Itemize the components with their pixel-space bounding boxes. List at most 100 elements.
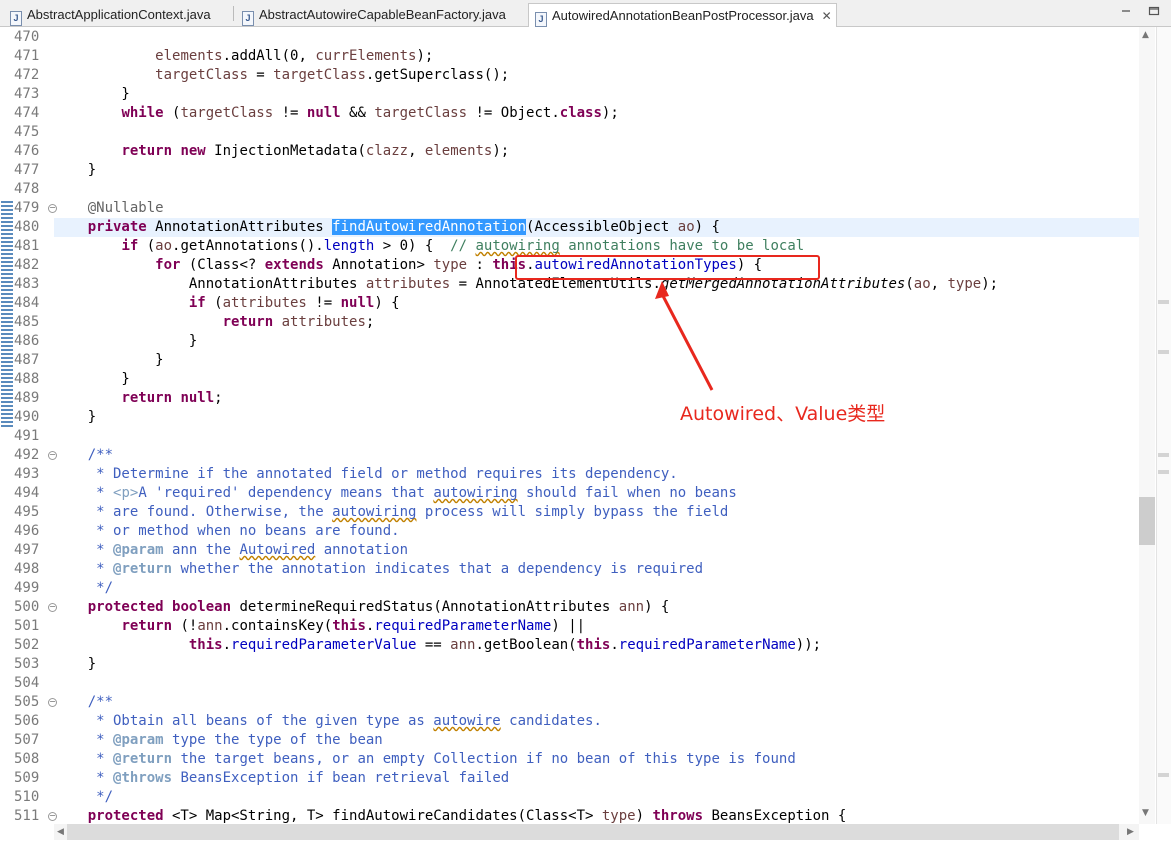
line-number: 478 <box>14 181 40 197</box>
callout-label: Autowired、Value类型 <box>680 403 886 425</box>
line-number: 486 <box>14 333 40 349</box>
line-number: 498 <box>14 561 40 577</box>
line-number: 489 <box>14 390 40 406</box>
line-number: 495 <box>14 504 40 520</box>
line-number: 503 <box>14 656 40 672</box>
line-number: 474 <box>14 105 40 121</box>
code-line[interactable]: */ <box>54 788 1139 807</box>
overview-marker[interactable] <box>1158 470 1169 474</box>
code-line[interactable]: } <box>54 351 1139 370</box>
code-line[interactable]: if (attributes != null) { <box>54 294 1139 313</box>
line-number: 494 <box>14 485 40 501</box>
quick-diff-ruler <box>0 27 13 824</box>
code-line[interactable]: } <box>54 655 1139 674</box>
line-number: 496 <box>14 523 40 539</box>
code-line[interactable] <box>54 180 1139 199</box>
line-number: 499 <box>14 580 40 596</box>
code-line[interactable]: * @return whether the annotation indicat… <box>54 560 1139 579</box>
line-number: 497 <box>14 542 40 558</box>
code-line[interactable]: } <box>54 408 1139 427</box>
line-number: 509 <box>14 770 40 786</box>
line-number: 473 <box>14 86 40 102</box>
code-line[interactable]: } <box>54 370 1139 389</box>
java-file-icon: J <box>10 11 22 26</box>
java-file-icon: J <box>535 12 547 27</box>
line-number: 483 <box>14 276 40 292</box>
code-line[interactable]: } <box>54 161 1139 180</box>
code-line[interactable]: * @param ann the Autowired annotation <box>54 541 1139 560</box>
code-line[interactable]: return (!ann.containsKey(this.requiredPa… <box>54 617 1139 636</box>
overview-marker[interactable] <box>1158 453 1169 457</box>
vertical-scrollbar-thumb[interactable] <box>1139 497 1155 545</box>
code-line[interactable]: * @throws BeansException if bean retriev… <box>54 769 1139 788</box>
line-number: 487 <box>14 352 40 368</box>
close-tab-icon[interactable]: ✕ <box>822 5 832 27</box>
line-number: 477 <box>14 162 40 178</box>
code-line[interactable]: return new InjectionMetadata(clazz, elem… <box>54 142 1139 161</box>
code-line[interactable]: /** <box>54 693 1139 712</box>
code-line[interactable]: /** <box>54 446 1139 465</box>
code-line[interactable]: * <p>A 'required' dependency means that … <box>54 484 1139 503</box>
tab-autowired-annotation-bean-post-processor[interactable]: J AutowiredAnnotationBeanPostProcessor.ja… <box>528 3 837 27</box>
code-line[interactable]: return null; <box>54 389 1139 408</box>
code-line[interactable]: } <box>54 85 1139 104</box>
java-file-icon: J <box>242 11 254 26</box>
overview-marker[interactable] <box>1158 300 1169 304</box>
code-line[interactable]: targetClass = targetClass.getSuperclass(… <box>54 66 1139 85</box>
tab-abstract-application-context[interactable]: J AbstractApplicationContext.java <box>4 3 230 26</box>
tab-label: AbstractAutowireCapableBeanFactory.java <box>259 7 506 22</box>
line-number: 508 <box>14 751 40 767</box>
code-line[interactable]: @Nullable <box>54 199 1139 218</box>
code-line[interactable] <box>54 427 1139 446</box>
code-line[interactable]: this.requiredParameterValue == ann.getBo… <box>54 636 1139 655</box>
line-number: 490 <box>14 409 40 425</box>
code-line[interactable]: * are found. Otherwise, the autowiring p… <box>54 503 1139 522</box>
line-number: 485 <box>14 314 40 330</box>
overview-marker[interactable] <box>1158 773 1169 777</box>
code-line[interactable]: * Determine if the annotated field or me… <box>54 465 1139 484</box>
horizontal-scrollbar-thumb[interactable] <box>67 824 1119 840</box>
highlight-box-annotation-types <box>515 255 820 280</box>
code-line[interactable]: * @return the target beans, or an empty … <box>54 750 1139 769</box>
line-number: 491 <box>14 428 40 444</box>
code-line[interactable]: while (targetClass != null && targetClas… <box>54 104 1139 123</box>
line-number: 500 <box>14 599 40 615</box>
code-line[interactable]: } <box>54 332 1139 351</box>
code-line[interactable] <box>54 28 1139 47</box>
line-number: 492 <box>14 447 40 463</box>
minimize-icon[interactable] <box>1119 4 1133 18</box>
editor-tab-bar: J AbstractApplicationContext.java J Abstra… <box>0 0 1171 27</box>
scroll-right-icon[interactable]: ▶ <box>1127 827 1134 837</box>
scroll-up-icon[interactable]: ▲ <box>1142 30 1149 40</box>
code-editor[interactable]: 470 471 472 473 474 475 476 477 478 479−480 481 482… <box>0 27 1139 824</box>
code-line[interactable] <box>54 674 1139 693</box>
code-line[interactable]: protected boolean determineRequiredStatu… <box>54 598 1139 617</box>
code-line[interactable]: * or method when no beans are found. <box>54 522 1139 541</box>
overview-marker[interactable] <box>1158 350 1169 354</box>
current-code-line[interactable]: private AnnotationAttributes findAutowir… <box>54 218 1139 237</box>
scroll-down-icon[interactable]: ▼ <box>1142 808 1149 818</box>
code-line[interactable]: */ <box>54 579 1139 598</box>
line-number: 506 <box>14 713 40 729</box>
overview-ruler[interactable] <box>1156 27 1171 824</box>
code-line[interactable]: if (ao.getAnnotations().length > 0) { //… <box>54 237 1139 256</box>
line-number: 479 <box>14 200 40 216</box>
code-line[interactable]: return attributes; <box>54 313 1139 332</box>
code-line[interactable] <box>54 123 1139 142</box>
line-number: 507 <box>14 732 40 748</box>
line-number: 501 <box>14 618 40 634</box>
code-line[interactable]: elements.addAll(0, currElements); <box>54 47 1139 66</box>
maximize-icon[interactable] <box>1147 4 1161 18</box>
line-number: 482 <box>14 257 40 273</box>
code-line[interactable]: * Obtain all beans of the given type as … <box>54 712 1139 731</box>
tab-label: AbstractApplicationContext.java <box>27 7 211 22</box>
code-line[interactable]: * @param type the type of the bean <box>54 731 1139 750</box>
code-line[interactable]: protected <T> Map<String, T> findAutowir… <box>54 807 1139 824</box>
line-number: 471 <box>14 48 40 64</box>
line-number: 505 <box>14 694 40 710</box>
tab-abstract-autowire-capable-bean-factory[interactable]: J AbstractAutowireCapableBeanFactory.java <box>236 3 526 26</box>
tab-separator <box>233 6 234 21</box>
scroll-left-icon[interactable]: ◀ <box>57 827 64 837</box>
line-number: 470 <box>14 29 40 45</box>
vertical-scrollbar[interactable]: ▲ ▼ <box>1139 27 1155 824</box>
